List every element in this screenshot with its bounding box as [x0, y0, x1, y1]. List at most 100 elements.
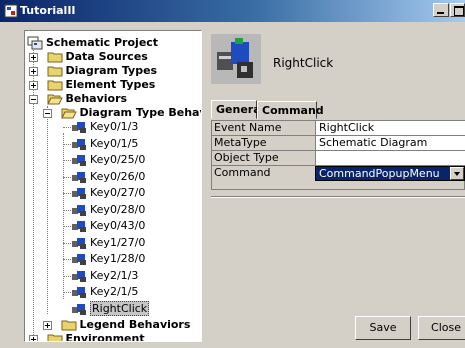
tree-item-key[interactable]: Key0/26/0 — [63, 170, 145, 184]
tree-line — [63, 144, 71, 145]
tree-item-label: Schematic Project — [46, 36, 159, 49]
tree-line — [63, 177, 71, 178]
tree-item-behaviors[interactable]: Behaviors — [29, 92, 127, 106]
expand-icon[interactable] — [29, 81, 38, 90]
tree-item-key[interactable]: Key1/28/0 — [63, 252, 146, 266]
property-name: Object Type Name — [214, 151, 279, 178]
property-row: Object Type Name — [212, 151, 465, 178]
tree-item-label: Key0/28/0 — [90, 203, 146, 216]
tree-item-label: Legend Behaviors — [79, 318, 191, 331]
collapse-icon[interactable] — [43, 109, 52, 118]
tree-item-label: Key0/43/0 — [90, 219, 146, 232]
tree-line — [63, 259, 71, 260]
tree-item-element-types[interactable]: Element Types — [29, 78, 155, 92]
expand-icon[interactable] — [29, 335, 38, 341]
behavior-node-icon — [72, 188, 86, 199]
property-name: MetaType — [214, 136, 267, 149]
tree-item-data-sources[interactable]: Data Sources — [29, 50, 148, 64]
property-grid: Event Name RightClick MetaType Schematic… — [211, 120, 465, 190]
property-row: Event Name RightClick — [212, 121, 465, 136]
folder-icon — [47, 80, 62, 91]
behavior-node-icon — [72, 139, 86, 150]
tree-item-label: Key0/1/5 — [90, 137, 139, 150]
tree-item-rightclick[interactable]: RightClick — [71, 301, 150, 316]
behavior-node-icon — [72, 205, 86, 216]
close-button[interactable]: Close — [418, 316, 465, 340]
tree-line — [63, 292, 71, 293]
save-button[interactable]: Save — [355, 316, 411, 340]
tree-item-key[interactable]: Key0/27/0 — [63, 186, 146, 200]
behavior-node-icon — [72, 271, 86, 282]
open-folder-icon — [60, 108, 77, 119]
expand-icon[interactable] — [29, 67, 38, 76]
tree-item-diagram-type-behaviors[interactable]: Diagram Type Behaviors — [43, 106, 201, 120]
title-bar: TutorialII — [0, 0, 465, 22]
behavior-node-icon — [72, 254, 86, 265]
tree-item-label: Key0/1/3 — [90, 120, 139, 133]
folder-icon — [47, 334, 62, 341]
maximize-button[interactable] — [450, 3, 465, 17]
tree-item-legend-behaviors[interactable]: Legend Behaviors — [43, 318, 190, 332]
tree-item-key[interactable]: Key0/1/3 — [63, 120, 139, 134]
folder-icon — [47, 52, 62, 63]
behavior-node-icon — [72, 238, 86, 249]
tree-item-label: Key2/1/3 — [90, 269, 139, 282]
behavior-node-icon — [72, 172, 86, 183]
tree-line — [63, 193, 71, 194]
tree-item-key[interactable]: Key2/1/3 — [63, 269, 139, 283]
tree-line — [63, 226, 71, 227]
expand-icon[interactable] — [43, 321, 52, 330]
expand-icon[interactable] — [29, 53, 38, 62]
command-select[interactable]: CommandPopupMenu — [315, 166, 465, 181]
behavior-node-icon — [72, 122, 86, 133]
metatype-field[interactable]: Schematic Diagram — [315, 136, 465, 150]
tab-general[interactable]: General — [211, 100, 264, 119]
tree-item-label: RightClick — [90, 301, 150, 316]
dropdown-arrow-icon[interactable] — [450, 167, 464, 180]
tree-item-label: Key0/27/0 — [90, 186, 146, 199]
minimize-button[interactable] — [433, 3, 449, 17]
property-row: Command CommandPopupMenu — [212, 166, 465, 181]
tree-line — [63, 127, 71, 128]
tree-item-key[interactable]: Key1/27/0 — [63, 236, 146, 250]
tree-item-environment[interactable]: Environment — [29, 332, 145, 342]
project-icon — [27, 36, 43, 50]
property-row: MetaType Schematic Diagram — [212, 136, 465, 151]
tree-item-label: Key0/25/0 — [90, 153, 146, 166]
behavior-large-icon — [211, 34, 261, 84]
tree-item-key[interactable]: Key0/28/0 — [63, 203, 146, 217]
tree-item-label: Behaviors — [65, 92, 128, 105]
tree-item-key[interactable]: Key0/1/5 — [63, 137, 139, 151]
tree-item-diagram-types[interactable]: Diagram Types — [29, 64, 157, 78]
tree-line — [63, 210, 71, 211]
tree-line — [63, 133, 64, 299]
tree-item-label: Environment — [65, 332, 145, 342]
tree-item-label: Key1/28/0 — [90, 252, 146, 265]
behavior-node-icon — [72, 287, 86, 298]
divider — [211, 196, 465, 198]
property-name: Event Name — [214, 121, 282, 134]
behavior-node-icon — [72, 155, 86, 166]
event-name-field[interactable]: RightClick — [315, 121, 465, 135]
detail-title: RightClick — [273, 56, 334, 70]
folder-icon — [61, 320, 76, 331]
tree-item-key[interactable]: Key0/25/0 — [63, 153, 146, 167]
tree-item-key[interactable]: Key0/43/0 — [63, 219, 146, 233]
window-title: TutorialII — [20, 4, 76, 17]
collapse-icon[interactable] — [29, 95, 38, 104]
open-folder-icon — [46, 94, 63, 105]
behavior-node-icon — [72, 304, 86, 315]
object-type-name-field[interactable] — [315, 151, 465, 165]
app-icon — [4, 4, 18, 18]
project-tree[interactable]: Schematic Project Data Sources Diagram T… — [24, 30, 202, 342]
property-name: Command — [214, 166, 271, 179]
tree-item-root[interactable]: Schematic Project — [27, 36, 158, 50]
tree-line — [63, 243, 71, 244]
tree-line — [63, 276, 71, 277]
tree-item-key[interactable]: Key2/1/5 — [63, 285, 139, 299]
tree-item-label: Key2/1/5 — [90, 285, 139, 298]
folder-icon — [47, 66, 62, 77]
tree-item-label: Key1/27/0 — [90, 236, 146, 249]
tab-command[interactable]: Command — [257, 101, 324, 119]
tree-line — [47, 106, 48, 314]
